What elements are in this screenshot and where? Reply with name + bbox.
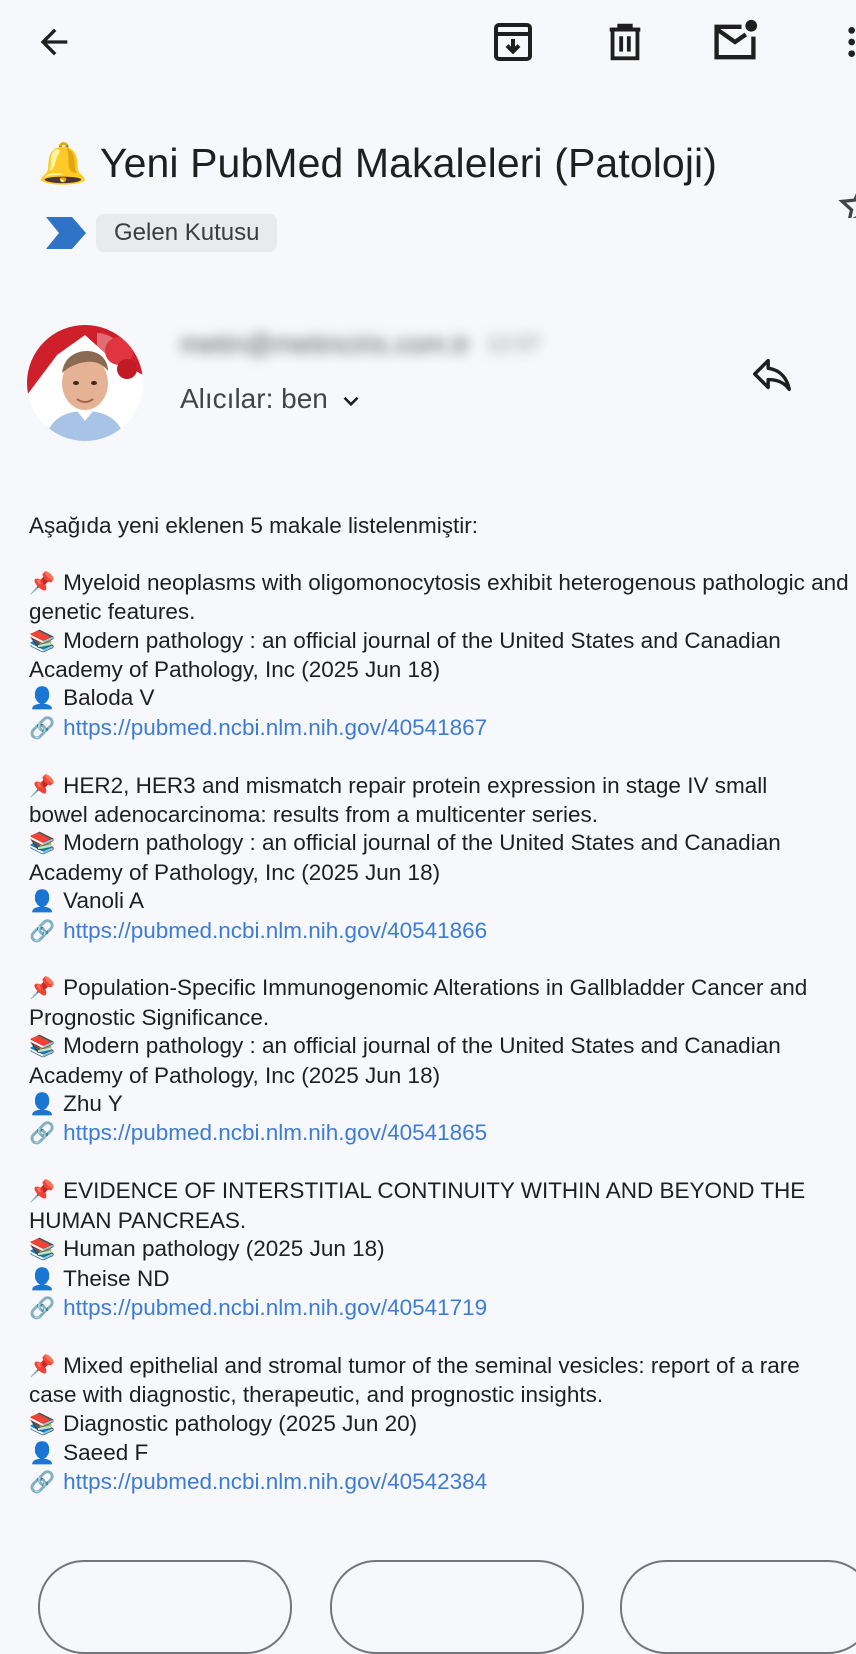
label-important-icon [46,217,86,249]
pin-icon: 📌 [29,774,56,798]
person-icon: 👤 [29,1441,56,1465]
bell-icon: 🔔 [38,142,88,186]
books-icon: 📚 [29,1035,56,1059]
article-journal: 📚 Modern pathology : an official journal … [29,627,781,683]
person-icon: 👤 [29,1267,56,1291]
article-title: 📌 EVIDENCE OF INTERSTITIAL CONTINUITY WIT… [29,1178,806,1233]
books-icon: 📚 [29,1238,56,1262]
article-item: 📌 EVIDENCE OF INTERSTITIAL CONTINUITY WIT… [29,1177,856,1323]
intro-text: Aşağıda yeni eklenen 5 makale listelenmi… [29,513,478,538]
article-link-row: 🔗 https://pubmed.ncbi.nlm.nih.gov/4054186… [29,714,856,743]
article-link-row: 🔗 https://pubmed.ncbi.nlm.nih.gov/4054238… [29,1468,856,1497]
mark-unread-button[interactable] [707,14,763,70]
star-button[interactable] [838,184,856,218]
reply-button[interactable] [746,348,798,400]
person-icon: 👤 [29,890,56,914]
email-subject: 🔔 Yeni PubMed Makaleleri (Patoloji) [38,140,717,187]
article-journal: 📚 Modern pathology : an official journal … [29,1033,781,1088]
article-author: 👤 Vanoli A [29,888,145,914]
archive-button[interactable] [485,14,541,70]
article-journal: 📚 Modern pathology : an official journal … [29,830,781,885]
archive-icon [494,23,532,61]
sender-info: metin@metinciris.com.tr 12:07 [180,327,541,361]
top-app-bar [0,0,856,90]
pin-icon: 📌 [29,1354,56,1378]
article-link[interactable]: https://pubmed.ncbi.nlm.nih.gov/40541867 [63,715,487,740]
chevron-down-icon [343,396,359,407]
pin-icon: 📌 [29,977,56,1001]
article-title: 📌 Myeloid neoplasms with oligomonocytosis… [29,569,849,625]
article-author: 👤 Baloda V [29,685,155,711]
article-link[interactable]: https://pubmed.ncbi.nlm.nih.gov/40542384 [63,1469,487,1494]
article-link-row: 🔗 https://pubmed.ncbi.nlm.nih.gov/4054171… [29,1294,856,1323]
article-item: 📌 Myeloid neoplasms with oligomonocytosis… [29,569,856,743]
article-journal: 📚 Human pathology (2025 Jun 18) [29,1236,385,1262]
label-row: Gelen Kutusu [46,214,278,252]
arrow-back-icon [40,28,68,56]
more-options-button[interactable] [820,14,856,70]
article-title: 📌 HER2, HER3 and mismatch repair protein … [29,772,768,828]
link-icon: 🔗 [29,919,56,943]
recipients-text: Alıcılar: ben [180,383,328,414]
article-link[interactable]: https://pubmed.ncbi.nlm.nih.gov/40541719 [63,1295,487,1320]
article-link[interactable]: https://pubmed.ncbi.nlm.nih.gov/40541866 [63,918,487,943]
inbox-label-chip[interactable]: Gelen Kutusu [96,214,278,252]
delete-icon [609,23,641,61]
link-icon: 🔗 [29,1471,56,1495]
article-item: 📌 HER2, HER3 and mismatch repair protein … [29,772,856,946]
sent-time: 12:07 [485,331,542,356]
article-item: 📌 Mixed epithelial and stromal tumor of t… [29,1352,856,1498]
back-button[interactable] [26,14,82,70]
sender-photo [27,325,143,441]
sender-email: metin@metinciris.com.tr [180,328,470,359]
article-title: 📌 Mixed epithelial and stromal tumor of t… [29,1352,800,1408]
person-icon: 👤 [29,687,56,711]
article-journal: 📚 Diagnostic pathology (2025 Jun 20) [29,1410,418,1436]
link-icon: 🔗 [29,716,56,740]
reply-chip-button[interactable] [38,1560,292,1654]
mark-unread-icon [714,19,758,60]
article-link-row: 🔗 https://pubmed.ncbi.nlm.nih.gov/4054186… [29,1119,856,1148]
article-author: 👤 Zhu Y [29,1091,123,1117]
pin-icon: 📌 [29,571,56,595]
link-icon: 🔗 [29,1296,56,1320]
forward-chip-button[interactable] [620,1560,856,1654]
article-title: 📌 Population-Specific Immunogenomic Alter… [29,975,808,1030]
delete-button[interactable] [597,14,653,70]
person-icon: 👤 [29,1093,56,1117]
recipients-toggle[interactable]: Alıcılar: ben [180,379,364,419]
sender-avatar[interactable] [27,325,143,441]
subject-text: Yeni PubMed Makaleleri (Patoloji) [99,140,718,186]
books-icon: 📚 [29,629,56,653]
article-author: 👤 Theise ND [29,1265,170,1291]
books-icon: 📚 [29,832,56,856]
article-link[interactable]: https://pubmed.ncbi.nlm.nih.gov/40541865 [63,1120,487,1145]
article-item: 📌 Population-Specific Immunogenomic Alter… [29,974,856,1148]
reply-all-chip-button[interactable] [330,1560,584,1654]
star-icon [838,193,856,218]
reply-icon [753,358,791,392]
books-icon: 📚 [29,1412,56,1436]
link-icon: 🔗 [29,1122,56,1146]
pin-icon: 📌 [29,1180,56,1204]
more-vert-icon [848,27,855,57]
article-author: 👤 Saeed F [29,1439,149,1465]
email-body: Aşağıda yeni eklenen 5 makale listelenmi… [29,512,856,1498]
article-link-row: 🔗 https://pubmed.ncbi.nlm.nih.gov/4054186… [29,917,856,946]
